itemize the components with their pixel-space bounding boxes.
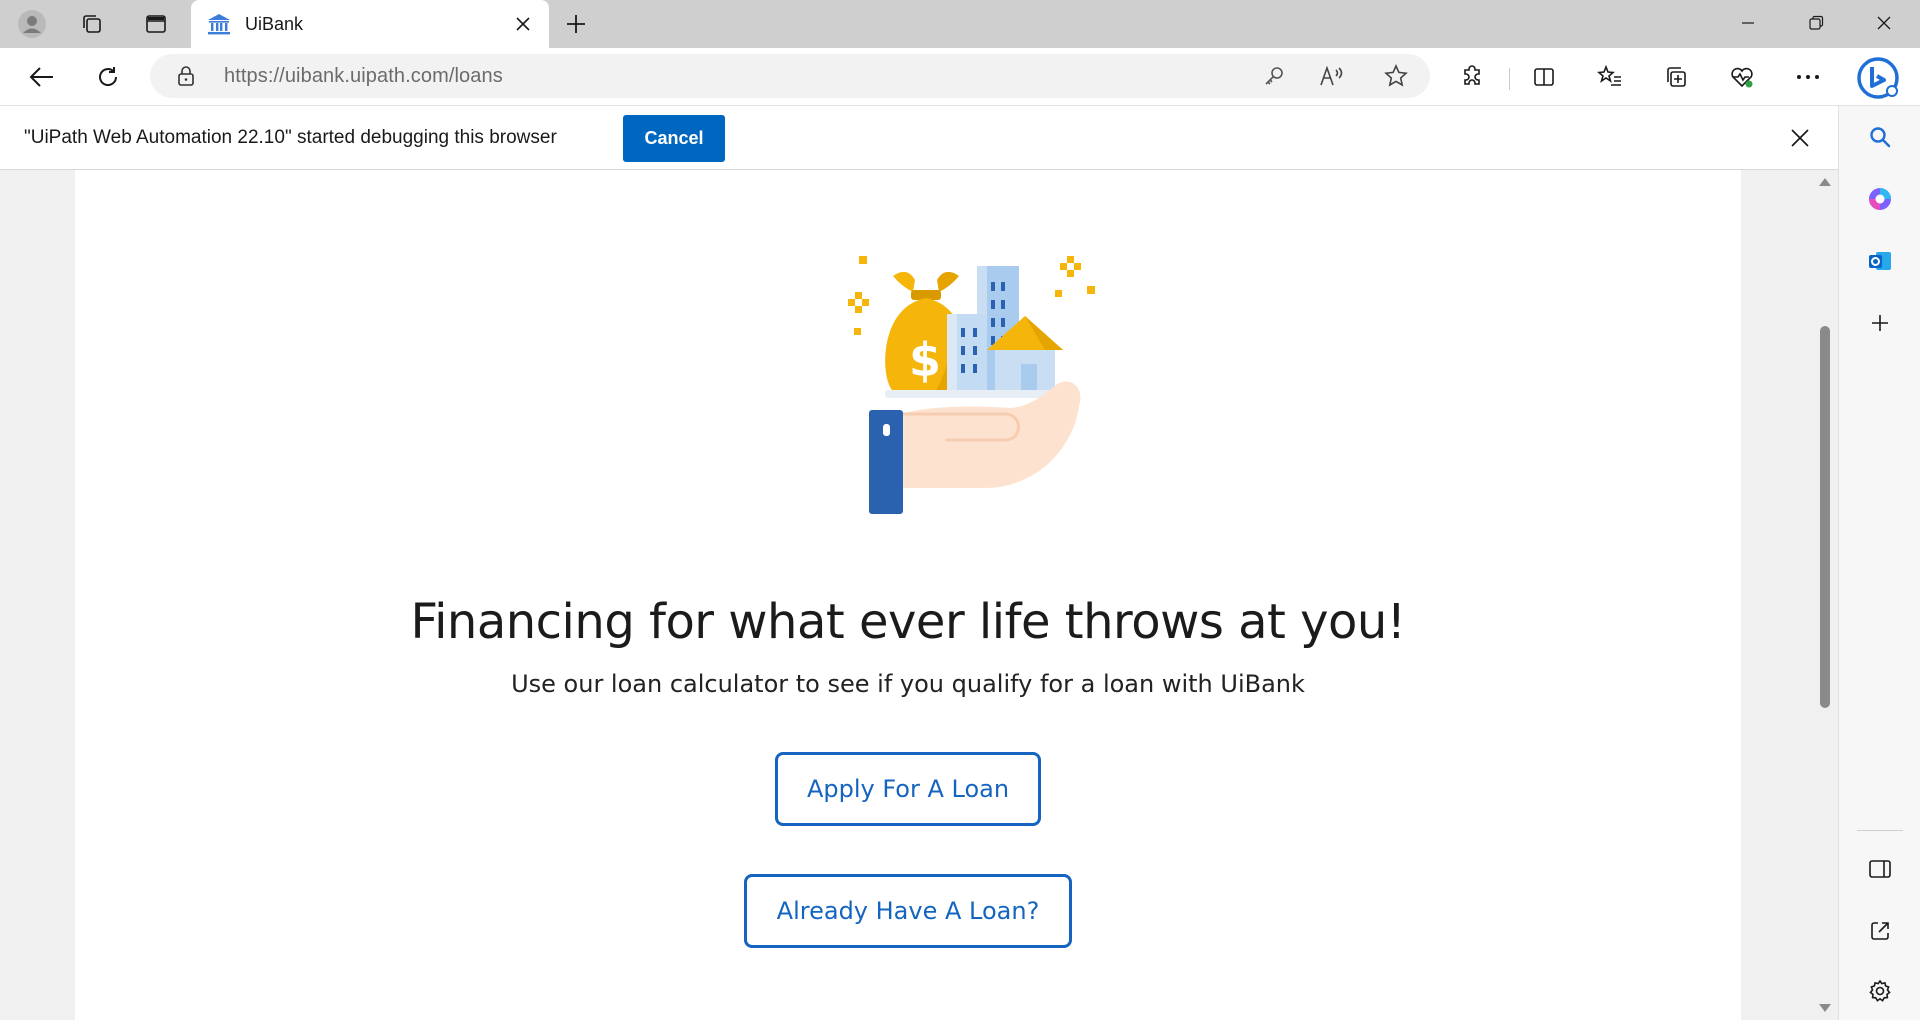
close-window-icon[interactable] — [1848, 0, 1920, 46]
cancel-debugging-button[interactable]: Cancel — [623, 115, 725, 162]
close-tab-icon[interactable] — [511, 12, 535, 36]
back-icon[interactable] — [22, 57, 62, 97]
open-external-icon[interactable] — [1859, 910, 1901, 952]
new-tab-icon[interactable] — [558, 6, 594, 42]
extensions-icon[interactable] — [1452, 57, 1492, 97]
tab-strip: UiBank — [0, 0, 1920, 48]
copilot-icon[interactable] — [1859, 178, 1901, 220]
browser-toolbar: https://uibank.uipath.com/loans — [0, 48, 1920, 106]
toolbar-separator — [1509, 68, 1510, 90]
bank-favicon-icon — [205, 10, 233, 38]
collections-icon[interactable] — [1656, 57, 1696, 97]
scroll-up-icon[interactable] — [1819, 178, 1831, 186]
more-icon[interactable] — [1788, 57, 1828, 97]
split-screen-icon[interactable] — [1524, 57, 1564, 97]
url-host: https://uibank.uipath.com — [224, 65, 449, 87]
scroll-down-icon[interactable] — [1819, 1004, 1831, 1012]
lock-icon[interactable] — [174, 64, 198, 88]
page-subtitle: Use our loan calculator to see if you qu… — [511, 670, 1305, 698]
favorites-icon[interactable] — [1590, 57, 1630, 97]
key-icon[interactable] — [1260, 62, 1288, 90]
address-bar[interactable]: https://uibank.uipath.com/loans — [150, 54, 1430, 98]
minimize-icon[interactable] — [1712, 0, 1784, 46]
favorite-star-icon[interactable] — [1382, 62, 1410, 90]
page-scrollbar[interactable] — [1812, 170, 1838, 1020]
url-text[interactable]: https://uibank.uipath.com/loans — [224, 65, 503, 88]
page-viewport: $ Financing for what ever life throws at… — [0, 170, 1838, 1020]
vertical-tabs-icon[interactable] — [138, 6, 174, 42]
read-aloud-icon[interactable] — [1318, 62, 1346, 90]
outlook-icon[interactable] — [1859, 240, 1901, 282]
apply-for-loan-button[interactable]: Apply For A Loan — [775, 752, 1041, 826]
restore-icon[interactable] — [1780, 0, 1852, 46]
tab-title: UiBank — [245, 13, 304, 34]
infobar-message: "UiPath Web Automation 22.10" started de… — [24, 127, 557, 148]
sidebar-toggle-icon[interactable] — [1859, 848, 1901, 890]
edge-sidebar — [1838, 106, 1920, 1020]
workspaces-icon[interactable] — [74, 6, 110, 42]
add-icon[interactable] — [1859, 302, 1901, 344]
svg-text:$: $ — [909, 333, 941, 387]
already-have-loan-button[interactable]: Already Have A Loan? — [744, 874, 1072, 948]
sidebar-separator — [1857, 830, 1903, 831]
search-icon[interactable] — [1859, 116, 1901, 158]
scrollbar-thumb[interactable] — [1820, 326, 1830, 708]
browser-essentials-icon[interactable] — [1722, 57, 1762, 97]
refresh-icon[interactable] — [88, 57, 128, 97]
close-infobar-icon[interactable] — [1786, 124, 1814, 152]
profile-icon[interactable] — [14, 6, 50, 42]
page-title: Financing for what ever life throws at y… — [410, 594, 1406, 650]
settings-icon[interactable] — [1859, 970, 1901, 1012]
loan-hero-illustration: $ — [848, 256, 1095, 514]
url-path: /loans — [448, 65, 503, 87]
tab-uibank[interactable]: UiBank — [191, 0, 549, 48]
loans-content-card: $ Financing for what ever life throws at… — [75, 170, 1741, 1020]
debugging-infobar: "UiPath Web Automation 22.10" started de… — [0, 106, 1838, 170]
bing-copilot-icon[interactable] — [1852, 52, 1904, 104]
